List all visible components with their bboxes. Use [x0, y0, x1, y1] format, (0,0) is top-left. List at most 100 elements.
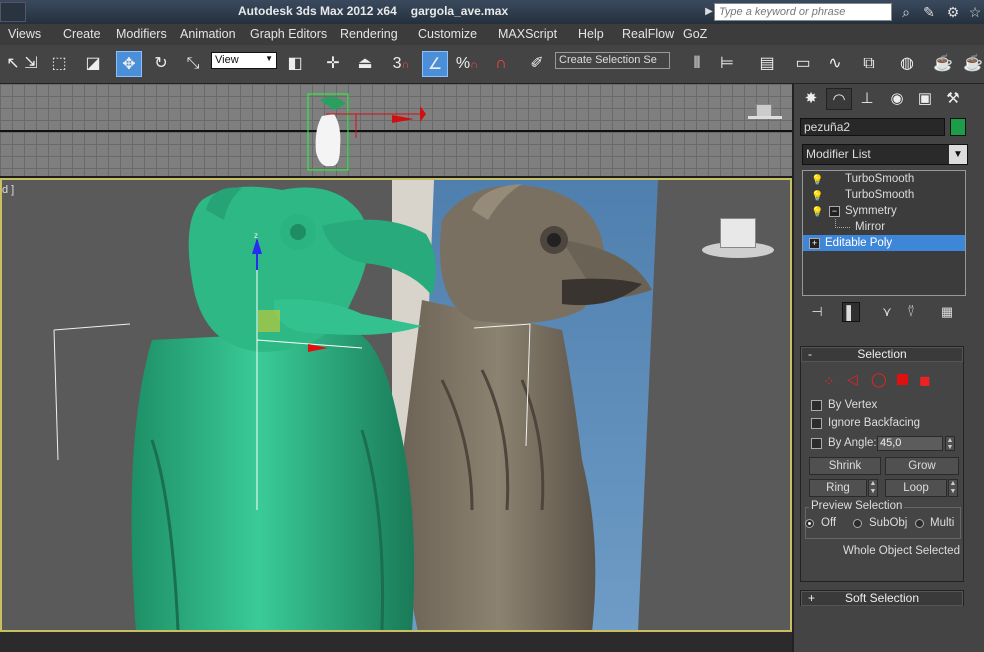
- preview-subobj-radio[interactable]: [853, 519, 862, 528]
- motion-tab-icon[interactable]: ◉: [884, 88, 910, 110]
- soft-selection-rollout-title: Soft Selection: [844, 591, 920, 605]
- preview-multi-radio[interactable]: [915, 519, 924, 528]
- selection-rollout-title: Selection: [857, 347, 907, 361]
- percent-snap-icon[interactable]: %∩: [454, 51, 480, 77]
- chevron-down-icon[interactable]: ▼: [949, 145, 967, 164]
- create-tab-icon[interactable]: ✸: [798, 88, 824, 110]
- by-vertex-checkbox[interactable]: [811, 400, 822, 411]
- stack-item-editable-poly[interactable]: + Editable Poly: [803, 235, 965, 251]
- stack-item-label: Mirror: [855, 221, 886, 233]
- viewcube-top-icon[interactable]: [748, 104, 782, 122]
- stack-item-turbosmooth-1[interactable]: 💡 TurboSmooth: [803, 171, 965, 187]
- render-setup-icon[interactable]: ☕: [930, 51, 956, 77]
- schematic-view-icon[interactable]: ⧉: [856, 51, 882, 77]
- select-by-name-icon[interactable]: ⇲: [18, 51, 44, 77]
- curve-editor-icon[interactable]: ∿: [822, 51, 848, 77]
- viewport-perspective[interactable]: d ] z: [0, 178, 792, 632]
- top-view-model: [307, 93, 426, 171]
- angle-spinner-icon[interactable]: ▲ ▼: [945, 436, 955, 451]
- layer-manager-icon[interactable]: ▤: [754, 51, 780, 77]
- select-rotate-icon[interactable]: ↻: [148, 51, 174, 77]
- select-scale-icon[interactable]: ⤡: [180, 51, 206, 77]
- scene-render: z: [53, 180, 658, 630]
- keyboard-shortcut-toggle-icon[interactable]: ⏏: [352, 51, 378, 77]
- grow-button[interactable]: Grow: [885, 457, 959, 475]
- object-name-field[interactable]: pezuña2: [800, 118, 945, 136]
- ignore-backfacing-checkbox[interactable]: [811, 418, 822, 429]
- soft-selection-rollout-header[interactable]: + Soft Selection: [801, 591, 963, 606]
- menu-customize[interactable]: Customize: [418, 27, 477, 41]
- reference-coord-dropdown[interactable]: View ▼: [211, 52, 277, 69]
- ring-button[interactable]: Ring: [809, 479, 867, 497]
- menu-rendering[interactable]: Rendering: [340, 27, 398, 41]
- preview-off-radio[interactable]: [805, 519, 814, 528]
- lightbulb-icon[interactable]: 💡: [811, 189, 823, 202]
- stack-item-mirror[interactable]: Mirror: [803, 219, 965, 235]
- mirror-icon[interactable]: ⫴: [684, 51, 710, 77]
- stack-item-symmetry[interactable]: 💡 − Symmetry: [803, 203, 965, 219]
- toggle-ribbon-icon[interactable]: ▭: [790, 51, 816, 77]
- menu-modifiers[interactable]: Modifiers: [116, 27, 167, 41]
- favorites-star-icon[interactable]: ☆: [966, 3, 984, 21]
- expand-box-icon[interactable]: +: [809, 238, 820, 249]
- align-icon[interactable]: ⊨: [714, 51, 740, 77]
- selection-region-icon[interactable]: ⬚: [46, 51, 72, 77]
- pivot-center-icon[interactable]: ◧: [282, 51, 308, 77]
- stack-item-turbosmooth-2[interactable]: 💡 TurboSmooth: [803, 187, 965, 203]
- collapse-box-icon[interactable]: −: [829, 206, 840, 217]
- remove-modifier-icon[interactable]: ⍢: [902, 302, 920, 322]
- select-move-icon[interactable]: ✥: [116, 51, 142, 77]
- search-input[interactable]: Type a keyword or phrase: [714, 3, 892, 21]
- lightbulb-icon[interactable]: 💡: [811, 173, 823, 186]
- vertex-mode-icon[interactable]: ⁘: [823, 373, 835, 390]
- snap-value: 3: [392, 55, 402, 72]
- menu-help[interactable]: Help: [578, 27, 604, 41]
- loop-button[interactable]: Loop: [885, 479, 947, 497]
- material-editor-icon[interactable]: ◍: [894, 51, 920, 77]
- display-tab-icon[interactable]: ▣: [912, 88, 938, 110]
- ring-spinner-icon[interactable]: ▲ ▼: [868, 479, 878, 497]
- viewcube-icon[interactable]: [702, 216, 776, 262]
- menu-realflow[interactable]: RealFlow: [622, 27, 674, 41]
- menu-views[interactable]: Views: [8, 27, 41, 41]
- app-menu-button[interactable]: [0, 2, 26, 22]
- viewport-top[interactable]: [0, 84, 792, 176]
- polygon-mode-icon[interactable]: [897, 374, 908, 385]
- binoculars-icon[interactable]: ⌕: [897, 3, 915, 21]
- edge-mode-icon[interactable]: ◁: [847, 371, 858, 388]
- menu-maxscript[interactable]: MAXScript: [498, 27, 557, 41]
- named-selection-set-dropdown[interactable]: Create Selection Se: [555, 52, 670, 69]
- stack-item-label: Editable Poly: [825, 237, 893, 249]
- menu-create[interactable]: Create: [63, 27, 101, 41]
- selection-rollout-header[interactable]: - Selection: [801, 347, 963, 362]
- window-crossing-icon[interactable]: ◪: [80, 51, 106, 77]
- menu-animation[interactable]: Animation: [180, 27, 236, 41]
- border-mode-icon[interactable]: ◯: [871, 371, 887, 388]
- angle-value-field[interactable]: 45,0: [877, 436, 943, 451]
- shrink-button[interactable]: Shrink: [809, 457, 881, 475]
- render-production-icon[interactable]: ☕: [960, 51, 984, 77]
- timeline-area[interactable]: [0, 632, 792, 652]
- modifier-list-dropdown[interactable]: Modifier List ▼: [802, 144, 968, 165]
- edit-named-selection-icon[interactable]: ✐: [524, 51, 550, 77]
- utilities-tab-icon[interactable]: ⚒: [940, 88, 966, 110]
- menu-graph-editors[interactable]: Graph Editors: [250, 27, 327, 41]
- angle-snap-icon[interactable]: ∠: [422, 51, 448, 77]
- show-end-result-icon[interactable]: ▌: [842, 302, 860, 322]
- menu-goz[interactable]: GoZ: [683, 27, 707, 41]
- tools-icon[interactable]: ✎: [920, 3, 938, 21]
- modify-tab-icon[interactable]: ◠: [826, 88, 852, 110]
- make-unique-icon[interactable]: ⋎: [878, 302, 896, 322]
- snaps-toggle-icon[interactable]: 3∩: [388, 51, 414, 77]
- by-angle-checkbox[interactable]: [811, 438, 822, 449]
- spinner-snap-icon[interactable]: ∩: [488, 51, 514, 77]
- select-manipulate-icon[interactable]: ✛: [320, 51, 346, 77]
- hierarchy-tab-icon[interactable]: ⊥: [854, 88, 880, 110]
- lightbulb-icon[interactable]: 💡: [811, 205, 823, 218]
- element-mode-icon[interactable]: ◼: [919, 372, 931, 389]
- pin-stack-icon[interactable]: ⊣: [808, 302, 826, 322]
- settings-icon[interactable]: ⚙: [944, 3, 962, 21]
- object-color-swatch[interactable]: [950, 118, 966, 136]
- loop-spinner-icon[interactable]: ▲ ▼: [948, 479, 958, 497]
- configure-modifier-sets-icon[interactable]: ▦: [938, 302, 956, 322]
